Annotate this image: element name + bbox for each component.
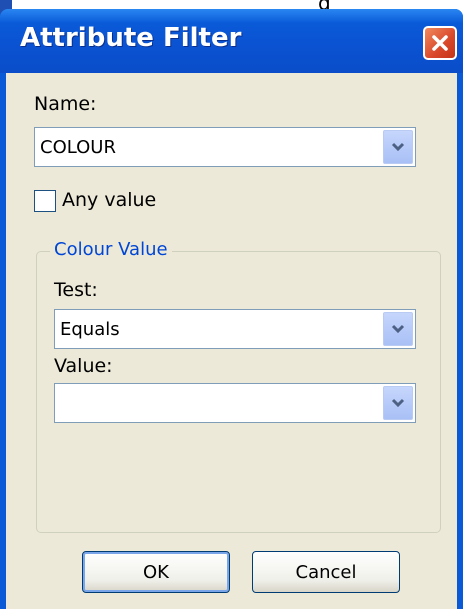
test-combobox-value: Equals xyxy=(60,319,120,340)
value-label: Value: xyxy=(54,355,113,377)
ok-button[interactable]: OK xyxy=(82,551,230,593)
cancel-button[interactable]: Cancel xyxy=(252,551,400,593)
dialog-title: Attribute Filter xyxy=(20,23,242,53)
value-dropdown-button[interactable] xyxy=(383,386,413,420)
dialog-client-area: Name: COLOUR Any value Colour Value Test… xyxy=(6,73,457,609)
chevron-down-icon xyxy=(391,398,405,408)
test-combobox[interactable]: Equals xyxy=(54,309,416,349)
attribute-filter-dialog: Attribute Filter Name: COLOUR Any value … xyxy=(0,9,463,609)
name-label: Name: xyxy=(34,93,97,115)
name-combobox[interactable]: COLOUR xyxy=(34,127,416,167)
close-icon xyxy=(432,35,448,51)
name-combobox-value: COLOUR xyxy=(40,137,116,158)
test-label: Test: xyxy=(54,279,98,301)
chevron-down-icon xyxy=(391,324,405,334)
chevron-down-icon xyxy=(391,142,405,152)
value-combobox[interactable] xyxy=(54,383,416,423)
any-value-label[interactable]: Any value xyxy=(62,189,156,211)
test-dropdown-button[interactable] xyxy=(383,312,413,346)
name-dropdown-button[interactable] xyxy=(383,130,413,164)
any-value-checkbox[interactable] xyxy=(34,190,56,212)
title-bar[interactable]: Attribute Filter xyxy=(0,9,463,73)
close-button[interactable] xyxy=(423,26,457,60)
colour-value-group-title: Colour Value xyxy=(50,239,172,260)
